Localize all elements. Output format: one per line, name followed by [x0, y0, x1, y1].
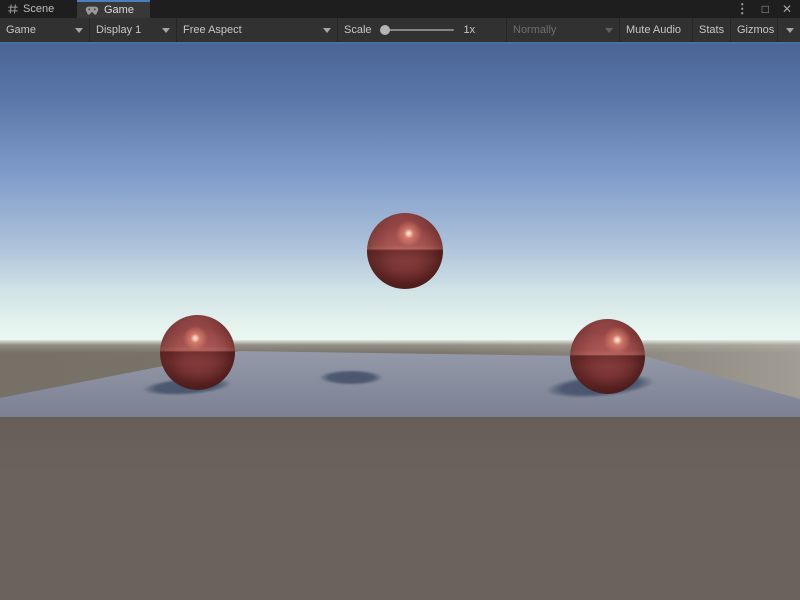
tab-scene[interactable]: Scene: [0, 0, 77, 18]
chevron-down-icon: [786, 28, 794, 33]
tab-game-label: Game: [104, 4, 134, 16]
display-dropdown[interactable]: Display 1: [90, 18, 177, 42]
chevron-down-icon: [605, 28, 613, 33]
sky-gradient: [0, 44, 800, 344]
maximize-icon[interactable]: □: [762, 0, 769, 18]
gizmos-label: Gizmos: [737, 24, 774, 36]
tab-bar: Scene Game ⋮ □ ✕: [0, 0, 800, 18]
slider-knob[interactable]: [380, 25, 390, 35]
kebab-menu-icon[interactable]: ⋮: [736, 0, 749, 18]
aspect-ratio-value: Free Aspect: [183, 24, 242, 36]
divider: [777, 18, 778, 42]
tab-game[interactable]: Game: [77, 0, 150, 18]
scale-control: Scale 1x: [338, 18, 506, 42]
stats-button[interactable]: Stats: [693, 18, 731, 42]
stats-label: Stats: [699, 24, 724, 36]
close-icon[interactable]: ✕: [782, 0, 792, 18]
scale-label: Scale: [344, 24, 372, 36]
chevron-down-icon: [162, 28, 170, 33]
gamepad-icon: [85, 6, 99, 15]
view-dropdown[interactable]: Game: [0, 18, 90, 42]
mute-audio-button[interactable]: Mute Audio: [620, 18, 693, 42]
sphere-right: [570, 319, 645, 394]
aspect-ratio-dropdown[interactable]: Free Aspect: [177, 18, 338, 42]
view-dropdown-value: Game: [6, 24, 36, 36]
tab-scene-label: Scene: [23, 3, 54, 15]
chevron-down-icon: [323, 28, 331, 33]
sphere-left: [160, 315, 235, 390]
game-viewport[interactable]: [0, 44, 800, 600]
shadow-center-sphere: [319, 370, 383, 385]
sphere-center-airborne: [367, 213, 443, 289]
mute-audio-label: Mute Audio: [626, 24, 681, 36]
game-view-toolbar: Game Display 1 Free Aspect Scale 1x Norm…: [0, 18, 800, 42]
scale-value: 1x: [464, 24, 476, 36]
chevron-down-icon: [75, 28, 83, 33]
display-dropdown-value: Display 1: [96, 24, 141, 36]
gizmos-dropdown[interactable]: Gizmos: [731, 18, 800, 42]
play-mode-dropdown[interactable]: Normally: [506, 18, 620, 42]
unity-game-window: Scene Game ⋮ □ ✕ Game Display 1: [0, 0, 800, 600]
scale-slider[interactable]: [380, 29, 454, 31]
foreground-terrain: [0, 417, 800, 600]
grid-icon: [8, 4, 18, 14]
window-controls: ⋮ □ ✕: [736, 0, 800, 18]
play-mode-value: Normally: [513, 24, 556, 36]
